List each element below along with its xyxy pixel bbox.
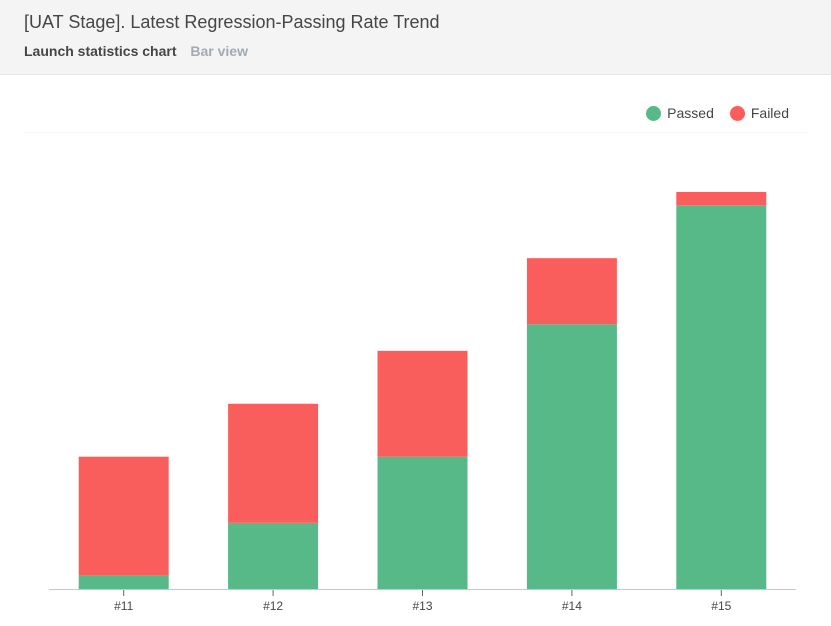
x-tick-label: #15 <box>711 599 731 613</box>
bar-failed-11[interactable] <box>78 456 169 576</box>
stacked-bar-chart: #11 #12 #13 #14 #15 <box>49 192 796 613</box>
bar-passed-15[interactable] <box>676 205 767 589</box>
bars-group <box>78 192 767 589</box>
bar-passed-12[interactable] <box>228 522 319 589</box>
bar-passed-14[interactable] <box>526 324 617 589</box>
x-tick-label: #12 <box>263 599 283 613</box>
x-tick-label: #11 <box>114 599 133 613</box>
x-tick-label: #14 <box>562 599 582 613</box>
bar-passed-13[interactable] <box>377 456 468 589</box>
bar-failed-13[interactable] <box>377 350 468 457</box>
bar-failed-15[interactable] <box>676 192 767 206</box>
bar-failed-12[interactable] <box>228 403 319 523</box>
x-tick-label: #13 <box>412 599 432 613</box>
bar-failed-14[interactable] <box>526 258 617 325</box>
x-axis-ticks: #11 #12 #13 #14 #15 <box>114 590 732 613</box>
bar-passed-11[interactable] <box>78 575 169 589</box>
